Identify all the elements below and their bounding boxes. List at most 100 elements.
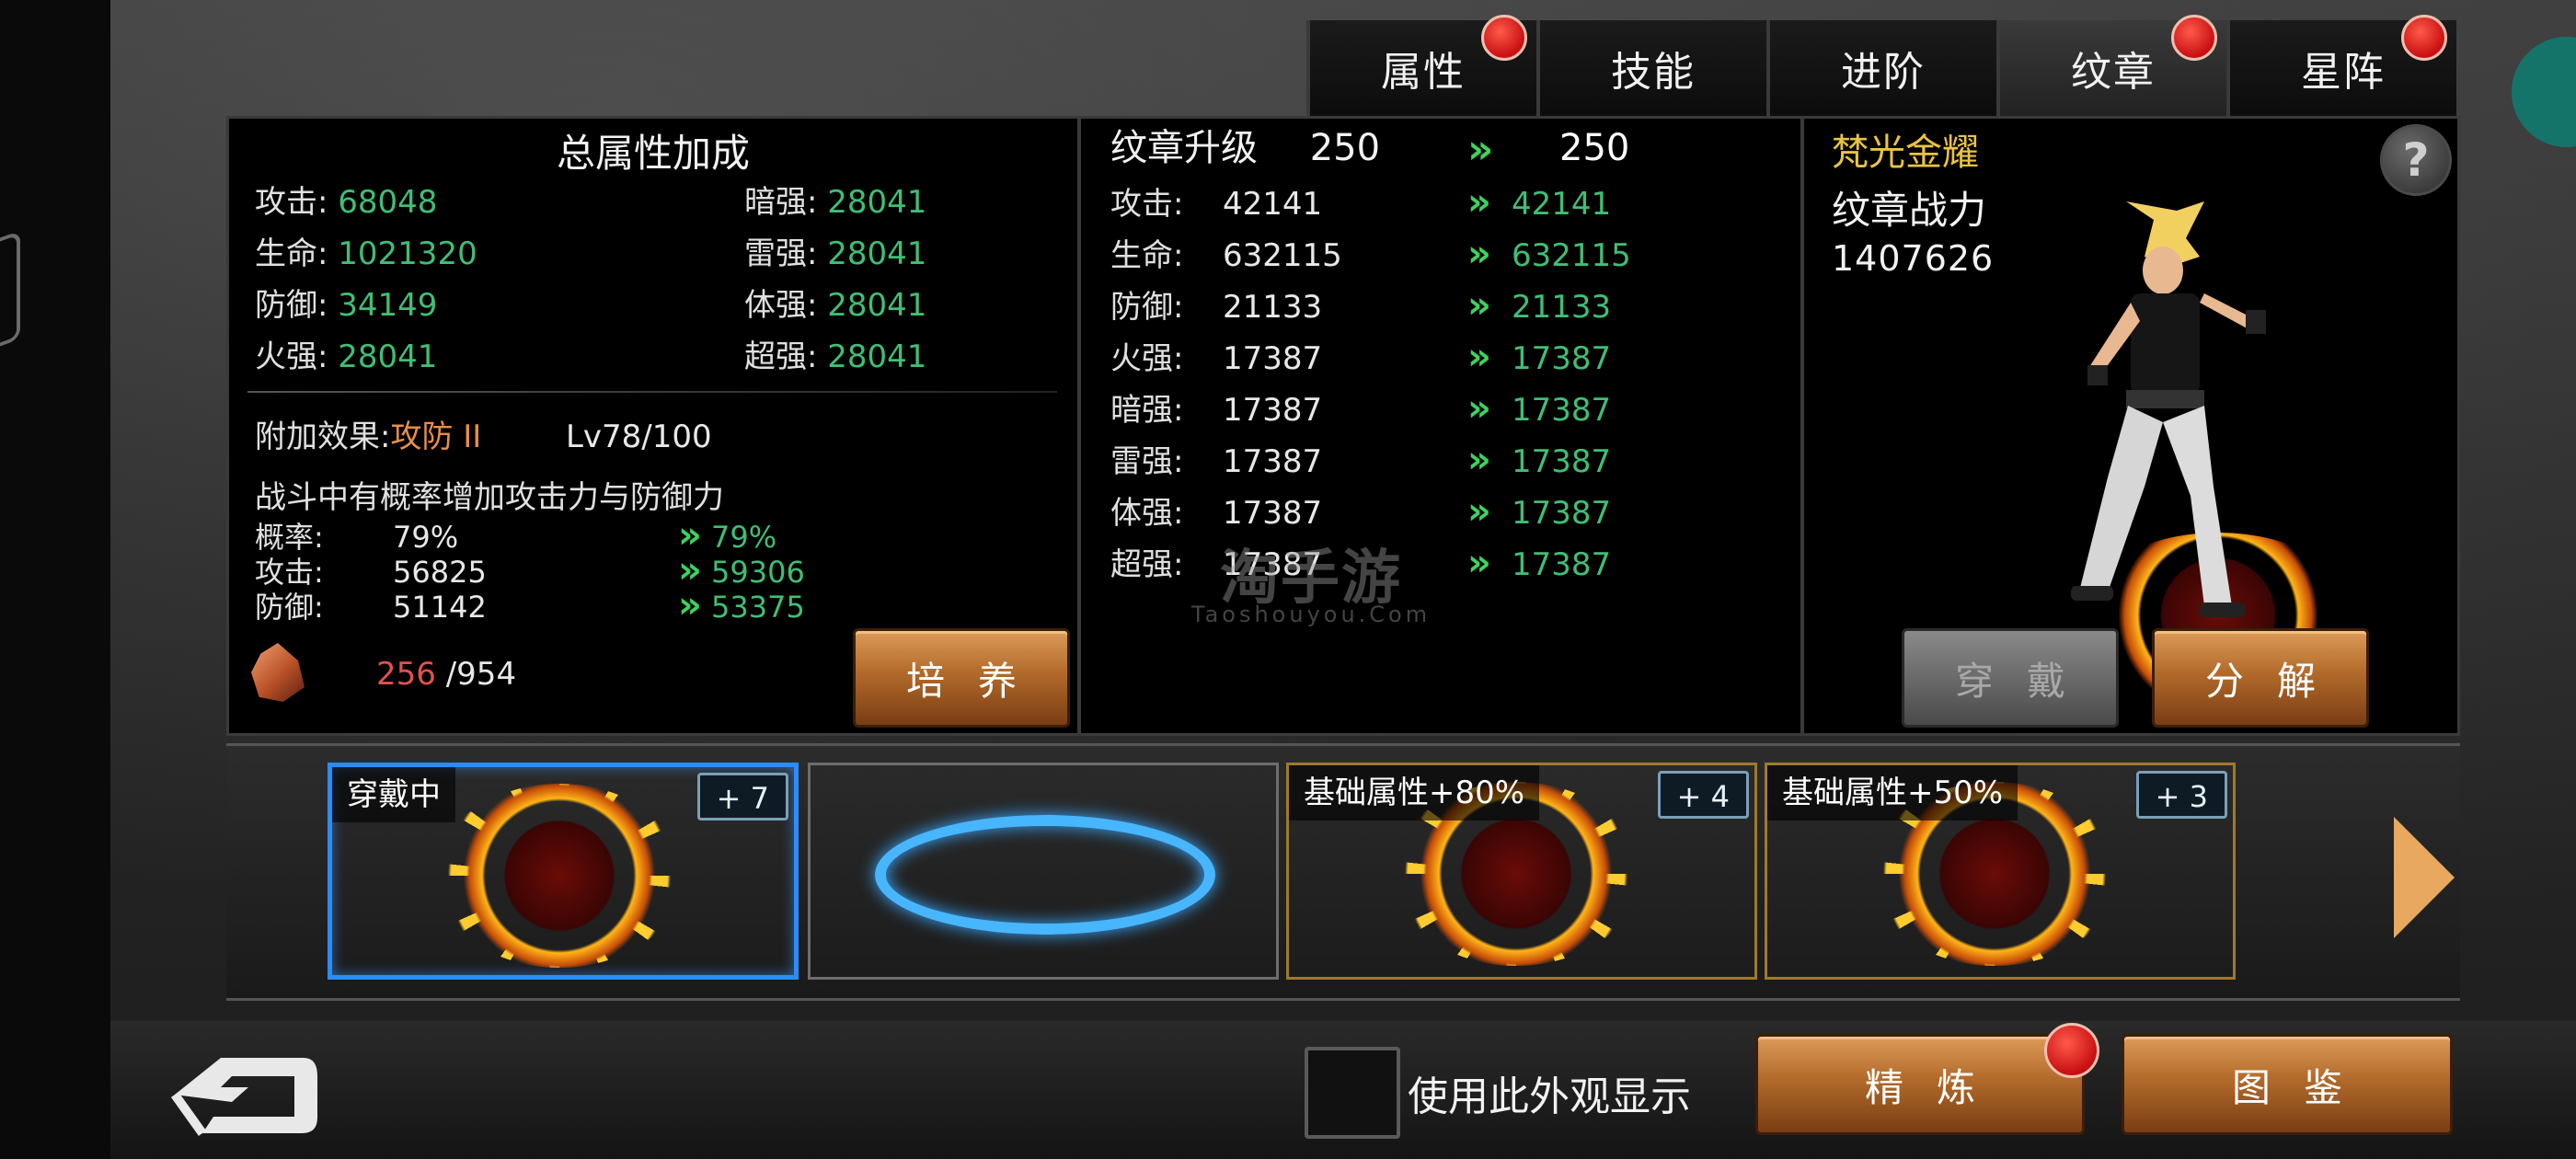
crystal-icon — [251, 643, 305, 702]
stat-value: 28041 — [827, 287, 927, 324]
stat-row: 雷强: 28041 — [744, 231, 926, 277]
double-chevron-icon: » — [1467, 542, 1491, 584]
stat-next: 42141 — [1512, 186, 1612, 223]
total-attributes-panel: 总属性加成 攻击: 68048 生命: 1021320 防御: 34149 火强… — [229, 119, 1077, 733]
tab-attributes[interactable]: 属性 — [1306, 15, 1536, 116]
stat-label: 暗强: — [1110, 392, 1184, 429]
stat-label: 防御: — [255, 287, 328, 324]
emblem-slot[interactable]: 穿戴中 + 7 — [328, 763, 799, 980]
upgrade-stat-row: 暗强: 17387 » 17387 — [1110, 385, 1611, 431]
double-chevron-icon: » — [1467, 336, 1491, 378]
stat-next: 17387 — [1512, 443, 1612, 480]
character-figure — [2071, 201, 2266, 617]
stat-current: 17387 — [1223, 392, 1323, 429]
next-arrow-icon[interactable] — [2394, 817, 2455, 938]
atlas-button[interactable]: 图鉴 — [2122, 1034, 2453, 1135]
double-chevron-icon: » — [1467, 490, 1491, 533]
use-appearance-checkbox[interactable] — [1305, 1047, 1400, 1139]
stat-label: 雷强: — [1110, 443, 1184, 480]
tab-bar: 属性 技能 进阶 纹章 星阵 — [1306, 15, 2456, 116]
refine-button[interactable]: 精炼 — [1755, 1034, 2085, 1135]
stat-label: 体强: — [1110, 495, 1184, 532]
tab-star-array[interactable]: 星阵 — [2226, 15, 2456, 116]
crest-spikes — [435, 784, 684, 968]
stat-current: 17387 — [1223, 340, 1323, 377]
emblem-slot[interactable] — [808, 763, 1279, 980]
emblem-slot[interactable]: 基础属性+50% + 3 — [1765, 763, 2236, 980]
emblem-slot[interactable]: 基础属性+80% + 4 — [1286, 763, 1757, 980]
emblem-upgrade-panel: 纹章升级 250 » 250 攻击: 42141 » 42141 生命: 632115 » 6… — [1081, 119, 1800, 733]
tab-emblem[interactable]: 纹章 — [1996, 15, 2226, 116]
upgrade-next-level: 250 — [1559, 127, 1630, 169]
tab-label: 纹章 — [2071, 49, 2156, 96]
stat-row: 超强: 28041 — [744, 334, 926, 380]
slot-level-badge: + 7 — [696, 773, 788, 820]
upgrade-stat-row: 火强: 17387 » 17387 — [1110, 334, 1611, 380]
effect-next: 53375 — [711, 590, 805, 625]
double-chevron-icon: » — [1467, 126, 1494, 173]
upgrade-stat-row: 防御: 21133 » 21133 — [1110, 282, 1611, 328]
effect-current: 51142 — [393, 590, 487, 625]
help-icon[interactable]: ? — [2380, 124, 2452, 196]
stat-label: 火强: — [1110, 340, 1184, 377]
notification-dot — [2401, 15, 2447, 61]
stat-next: 21133 — [1512, 289, 1612, 326]
total-attributes-title: 总属性加成 — [556, 131, 750, 176]
emblem-power-label: 纹章战力 — [1832, 188, 1987, 233]
upgrade-stat-row: 生命: 632115 » 632115 — [1110, 231, 1631, 277]
stat-label: 超强: — [744, 339, 818, 375]
use-appearance-label: 使用此外观显示 — [1408, 1073, 1691, 1120]
stat-next: 17387 — [1512, 546, 1612, 583]
stat-current: 42141 — [1223, 186, 1323, 223]
empty-slot-ring — [875, 815, 1215, 935]
stat-current: 17387 — [1223, 495, 1323, 532]
stat-label: 生命: — [255, 235, 328, 272]
bonus-effect-line: 附加效果:攻防 II Lv78/100 — [255, 411, 712, 456]
effect-label: 概率: — [255, 520, 324, 555]
double-chevron-icon: » — [678, 584, 702, 626]
effect-row: 防御: 51142 » 53375 — [255, 587, 805, 625]
double-chevron-icon: » — [1467, 387, 1491, 430]
stat-value: 28041 — [827, 235, 927, 272]
slot-label: 基础属性+50% — [1767, 765, 2018, 820]
tab-skills[interactable]: 技能 — [1536, 20, 1766, 116]
effect-row: 攻击: 56825» 59306 — [255, 552, 805, 590]
emblem-slot-strip: 穿戴中 + 7 基础属性+80% + 4 基础属性+50% + 3 — [226, 743, 2460, 1001]
emblem-name: 梵光金耀 — [1832, 132, 1979, 174]
stat-row: 火强: 28041 — [255, 334, 437, 380]
upgrade-stat-row: 体强: 17387 » 17387 — [1110, 488, 1611, 534]
refine-label: 精炼 — [1864, 1064, 2008, 1110]
wear-button[interactable]: 穿戴 — [1902, 628, 2119, 728]
effect-next: 59306 — [711, 555, 805, 590]
stat-value: 1021320 — [338, 235, 477, 272]
stat-label: 攻击: — [255, 184, 328, 221]
stat-value: 68048 — [338, 184, 438, 221]
tab-label: 星阵 — [2301, 49, 2386, 96]
double-chevron-icon: » — [1467, 233, 1491, 275]
bonus-effect-label: 附加效果: — [255, 419, 391, 455]
tab-advance[interactable]: 进阶 — [1766, 20, 1996, 116]
tab-label: 属性 — [1381, 49, 1466, 96]
stat-value: 34149 — [338, 287, 438, 324]
cultivate-button[interactable]: 培养 — [853, 628, 1070, 728]
stat-next: 632115 — [1512, 237, 1631, 274]
edge-notch — [0, 230, 20, 357]
upgrade-title: 纹章升级 — [1110, 127, 1258, 169]
stat-value: 28041 — [827, 184, 927, 221]
notification-dot — [2171, 15, 2217, 61]
effect-label: 攻击: — [255, 555, 324, 590]
effect-row: 概率: 79%» 79% — [255, 517, 776, 555]
emblem-info-panel: 梵光金耀 纹章战力 1407626 ? 穿戴 分解 — [1804, 119, 2459, 733]
section-divider — [247, 391, 1057, 393]
notification-dot — [1481, 15, 1527, 61]
effect-label: 防御: — [255, 590, 324, 625]
decompose-button[interactable]: 分解 — [2152, 628, 2369, 728]
upgrade-stat-row: 攻击: 42141 » 42141 — [1110, 179, 1611, 225]
back-arrow-icon[interactable] — [166, 1049, 322, 1141]
stat-row: 攻击: 68048 — [255, 179, 437, 225]
left-edge — [0, 0, 110, 1159]
bonus-effect-level: Lv78/100 — [565, 419, 712, 455]
stat-label: 生命: — [1110, 237, 1184, 274]
crystal-current: 256 — [376, 656, 436, 693]
double-chevron-icon: » — [1467, 181, 1491, 224]
